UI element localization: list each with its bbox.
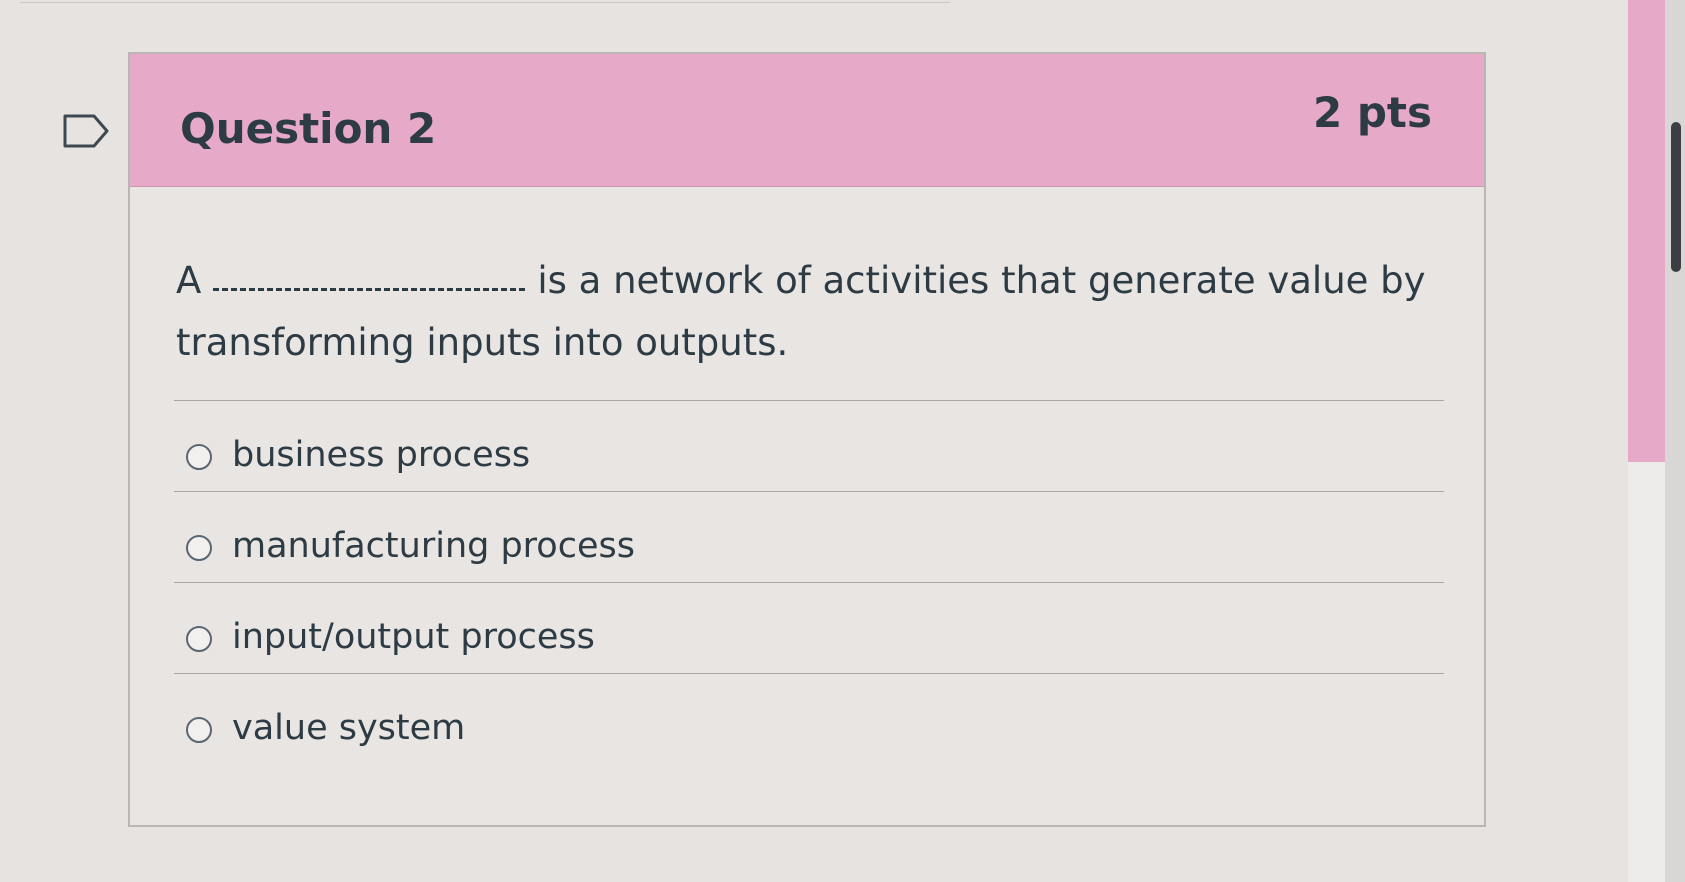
scrollbar-thumb[interactable] <box>1671 122 1681 272</box>
answer-option[interactable]: value system <box>174 673 1444 764</box>
answer-label[interactable]: manufacturing process <box>232 526 635 566</box>
answer-label[interactable]: value system <box>232 708 465 748</box>
question-title: Question 2 <box>180 104 437 153</box>
question-text: Ais a network of activities that generat… <box>176 250 1426 374</box>
question-card: Question 2 2 pts Ais a network of activi… <box>128 52 1486 827</box>
question-text-end: is a network of activities that generate… <box>176 259 1426 364</box>
answer-list: business process manufacturing process i… <box>174 400 1444 764</box>
answer-option[interactable]: business process <box>174 400 1444 491</box>
question-header: Question 2 2 pts <box>130 54 1484 187</box>
side-panel-accent <box>1628 0 1665 462</box>
answer-option[interactable]: input/output process <box>174 582 1444 673</box>
radio-button[interactable] <box>186 626 212 652</box>
question-text-start: A <box>176 259 202 302</box>
radio-button[interactable] <box>186 444 212 470</box>
answer-label[interactable]: input/output process <box>232 617 595 657</box>
question-points: 2 pts <box>1313 88 1432 137</box>
answer-option[interactable]: manufacturing process <box>174 491 1444 582</box>
answer-label[interactable]: business process <box>232 435 530 475</box>
radio-button[interactable] <box>186 535 212 561</box>
fill-in-blank <box>213 288 526 291</box>
radio-button[interactable] <box>186 717 212 743</box>
side-panel <box>1628 462 1665 882</box>
flag-question-icon[interactable] <box>62 113 110 149</box>
top-divider <box>20 2 950 3</box>
